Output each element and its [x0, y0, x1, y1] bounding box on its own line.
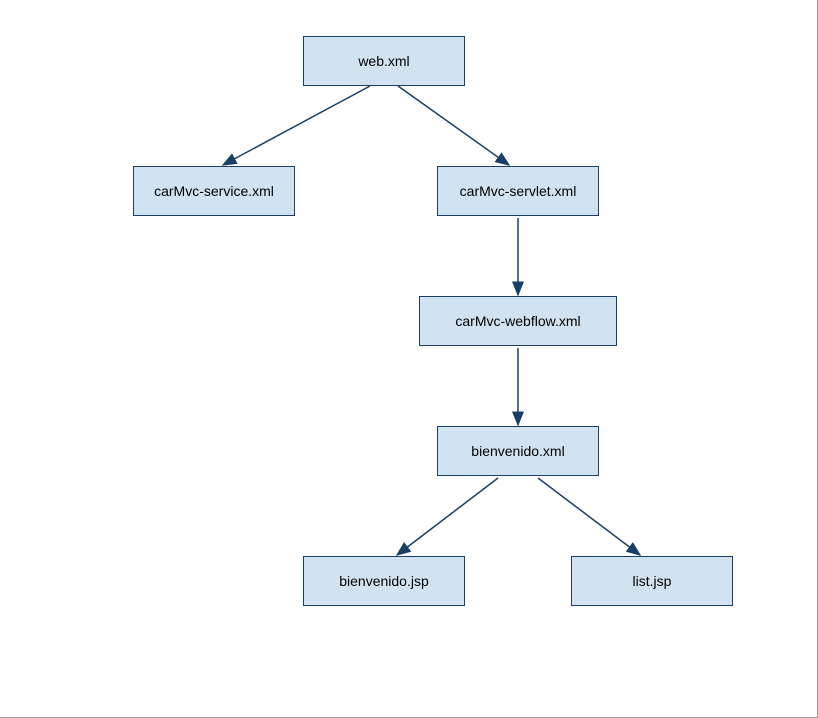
node-label: carMvc-service.xml: [154, 183, 274, 199]
node-bienvenido-xml: bienvenido.xml: [437, 426, 599, 476]
node-webflow-xml: carMvc-webflow.xml: [419, 296, 617, 346]
node-label: carMvc-webflow.xml: [455, 313, 580, 329]
node-label: list.jsp: [633, 573, 672, 589]
node-label: bienvenido.jsp: [339, 573, 429, 589]
node-web-xml: web.xml: [303, 36, 465, 86]
node-list-jsp: list.jsp: [571, 556, 733, 606]
node-label: carMvc-servlet.xml: [460, 183, 577, 199]
diagram-arrows: [0, 0, 818, 718]
node-service-xml: carMvc-service.xml: [133, 166, 295, 216]
node-servlet-xml: carMvc-servlet.xml: [437, 166, 599, 216]
node-label: web.xml: [358, 53, 409, 69]
node-bienvenido-jsp: bienvenido.jsp: [303, 556, 465, 606]
node-label: bienvenido.xml: [471, 443, 564, 459]
